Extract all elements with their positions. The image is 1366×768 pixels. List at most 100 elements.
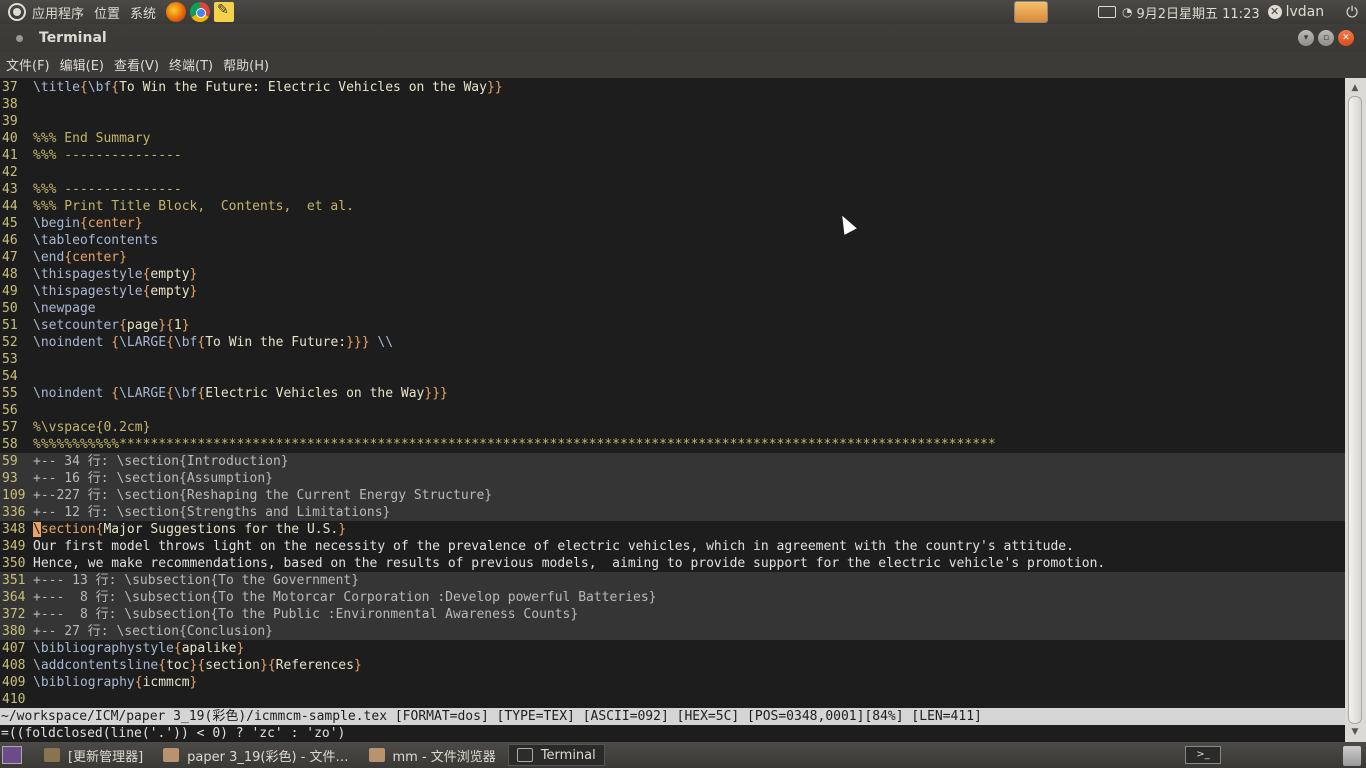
code-line[interactable]: 38: [0, 96, 1345, 113]
user-status-icon[interactable]: ✕: [1267, 5, 1282, 19]
fold-line[interactable]: 93 +-- 16 行: \section{Assumption}: [0, 470, 1345, 487]
wifi-icon[interactable]: ◔: [1122, 5, 1132, 19]
line-number: 52: [2, 335, 18, 350]
power-icon[interactable]: ⏻: [1346, 3, 1358, 21]
task-mm-browser[interactable]: mm - 文件浏览器: [361, 744, 504, 766]
code-line[interactable]: 410: [0, 691, 1345, 708]
code-token: \\: [377, 335, 394, 350]
workspace-switcher-icon[interactable]: >_: [1185, 746, 1221, 764]
terminal-text-area[interactable]: 37 \title{\bf{To Win the Future: Electric…: [0, 78, 1345, 742]
places-menu[interactable]: 位置: [94, 3, 120, 22]
menu-terminal[interactable]: 终端(T): [169, 55, 213, 74]
scrollbar-thumb[interactable]: [1348, 96, 1362, 724]
window-titlebar[interactable]: Terminal ▾ ▫ ✕: [0, 24, 1366, 52]
line-number: 41: [2, 148, 18, 163]
maximize-button[interactable]: ▫: [1318, 30, 1334, 46]
line-number: 39: [2, 114, 18, 129]
code-line[interactable]: 49 \thispagestyle{empty}: [0, 283, 1345, 300]
code-token: \bibliographystyle: [33, 641, 174, 656]
code-line[interactable]: 44 %%% Print Title Block, Contents, et al…: [0, 198, 1345, 215]
code-line[interactable]: 37 \title{\bf{To Win the Future: Electric…: [0, 79, 1345, 96]
fold-line[interactable]: 380 +-- 27 行: \section{Conclusion}: [0, 623, 1345, 640]
code-line[interactable]: 45 \begin{center}: [0, 215, 1345, 232]
code-token: +-- 27 行: \section{Conclusion}: [33, 624, 273, 639]
line-number: 58: [2, 437, 18, 452]
code-token: \bf: [87, 80, 112, 95]
code-line[interactable]: 50 \newpage: [0, 300, 1345, 317]
code-line[interactable]: 46 \tableofcontents: [0, 232, 1345, 249]
menu-edit[interactable]: 编辑(E): [60, 55, 104, 74]
code-token: \LARGE: [119, 335, 167, 350]
code-line[interactable]: 47 \end{center}: [0, 249, 1345, 266]
minimize-button[interactable]: ▾: [1298, 30, 1314, 46]
line-number: 109: [2, 488, 26, 503]
code-line[interactable]: 40 %%% End Summary: [0, 130, 1345, 147]
code-line[interactable]: 52 \noindent {\LARGE{\bf{To Win the Futur…: [0, 334, 1345, 351]
code-line[interactable]: 55 \noindent {\LARGE{\bf{Electric Vehicle…: [0, 385, 1345, 402]
code-token: }}}: [346, 335, 370, 350]
code-line[interactable]: 407 \bibliographystyle{apalike}: [0, 640, 1345, 657]
applications-menu[interactable]: 应用程序: [32, 3, 84, 22]
fold-line[interactable]: 59 +-- 34 行: \section{Introduction}: [0, 453, 1345, 470]
menu-file[interactable]: 文件(F): [6, 55, 50, 74]
code-token: section: [40, 522, 96, 537]
code-token: toc: [166, 658, 190, 673]
code-token: }}: [486, 80, 503, 95]
trash-icon[interactable]: [1343, 746, 1361, 766]
task-paper-folder[interactable]: paper 3_19(彩色) - 文件…: [155, 744, 356, 766]
menu-view[interactable]: 查看(V): [114, 55, 159, 74]
menu-help[interactable]: 帮助(H): [223, 55, 269, 74]
code-line[interactable]: 42: [0, 164, 1345, 181]
code-line[interactable]: 48 \thispagestyle{empty}: [0, 266, 1345, 283]
fold-line[interactable]: 336 +-- 12 行: \section{Strengths and Limi…: [0, 504, 1345, 521]
show-desktop-icon[interactable]: [2, 746, 22, 764]
code-line[interactable]: 57 %\vspace{0.2cm}: [0, 419, 1345, 436]
code-token: {: [158, 658, 167, 673]
system-menu[interactable]: 系统: [130, 3, 156, 22]
task-update-manager[interactable]: [更新管理器]: [36, 744, 151, 766]
scroll-down-icon[interactable]: ▼: [1349, 726, 1361, 738]
code-line[interactable]: 43 %%% ---------------: [0, 181, 1345, 198]
code-line[interactable]: 349 Our first model throws light on the n…: [0, 538, 1345, 555]
task-terminal[interactable]: Terminal: [507, 744, 605, 766]
fish-applet-icon[interactable]: [1013, 1, 1048, 23]
code-token: +--- 8 行: \subsection{To the Motorcar Co…: [33, 590, 657, 605]
code-line[interactable]: 350 Hence, we make recommendations, based…: [0, 555, 1345, 572]
fold-line[interactable]: 351 +--- 13 行: \subsection{To the Governm…: [0, 572, 1345, 589]
code-line[interactable]: 348 \section{Major Suggestions for the U.…: [0, 521, 1345, 538]
code-line[interactable]: 41 %%% ---------------: [0, 147, 1345, 164]
text-editor-icon[interactable]: [214, 2, 235, 22]
code-line[interactable]: 39: [0, 113, 1345, 130]
firefox-icon[interactable]: [166, 2, 187, 22]
code-line[interactable]: 53: [0, 351, 1345, 368]
scroll-up-icon[interactable]: ▲: [1349, 82, 1361, 94]
scrollbar[interactable]: ▲ ▼: [1345, 78, 1366, 742]
fold-line[interactable]: 364 +--- 8 行: \subsection{To the Motorcar…: [0, 589, 1345, 606]
code-token: +--- 13 行: \subsection{To the Government…: [33, 573, 360, 588]
keyboard-icon[interactable]: [1097, 6, 1116, 18]
code-token: %%% End Summary: [33, 131, 151, 146]
code-line[interactable]: 51 \setcounter{page}{1}: [0, 317, 1345, 334]
line-number: 42: [2, 165, 18, 180]
line-number: 372: [2, 607, 26, 622]
code-line[interactable]: 56: [0, 402, 1345, 419]
line-number: 44: [2, 199, 18, 214]
clock[interactable]: 9月2日星期五 11:23: [1136, 3, 1259, 22]
line-number: 43: [2, 182, 18, 197]
chrome-icon[interactable]: [190, 2, 211, 22]
username[interactable]: lvdan: [1286, 4, 1325, 20]
code-line[interactable]: 408 \addcontentsline{toc}{section}{Refere…: [0, 657, 1345, 674]
code-line[interactable]: 58 %%%%%%%%%%%***************************…: [0, 436, 1345, 453]
code-line[interactable]: 409 \bibliography{icmmcm}: [0, 674, 1345, 691]
code-token: icmmcm: [142, 675, 190, 690]
code-token: \newpage: [33, 301, 96, 316]
close-button[interactable]: ✕: [1338, 30, 1354, 46]
window-menu-icon[interactable]: [16, 34, 23, 42]
code-token: {: [111, 80, 120, 95]
code-line[interactable]: 54: [0, 368, 1345, 385]
line-number: 409: [2, 675, 26, 690]
fold-line[interactable]: 109 +--227 行: \section{Reshaping the Curr…: [0, 487, 1345, 504]
vim-command-line[interactable]: =((foldclosed(line('.')) < 0) ? 'zc' : '…: [0, 725, 1345, 742]
ubuntu-logo-icon[interactable]: [8, 3, 26, 21]
fold-line[interactable]: 372 +--- 8 行: \subsection{To the Public :…: [0, 606, 1345, 623]
